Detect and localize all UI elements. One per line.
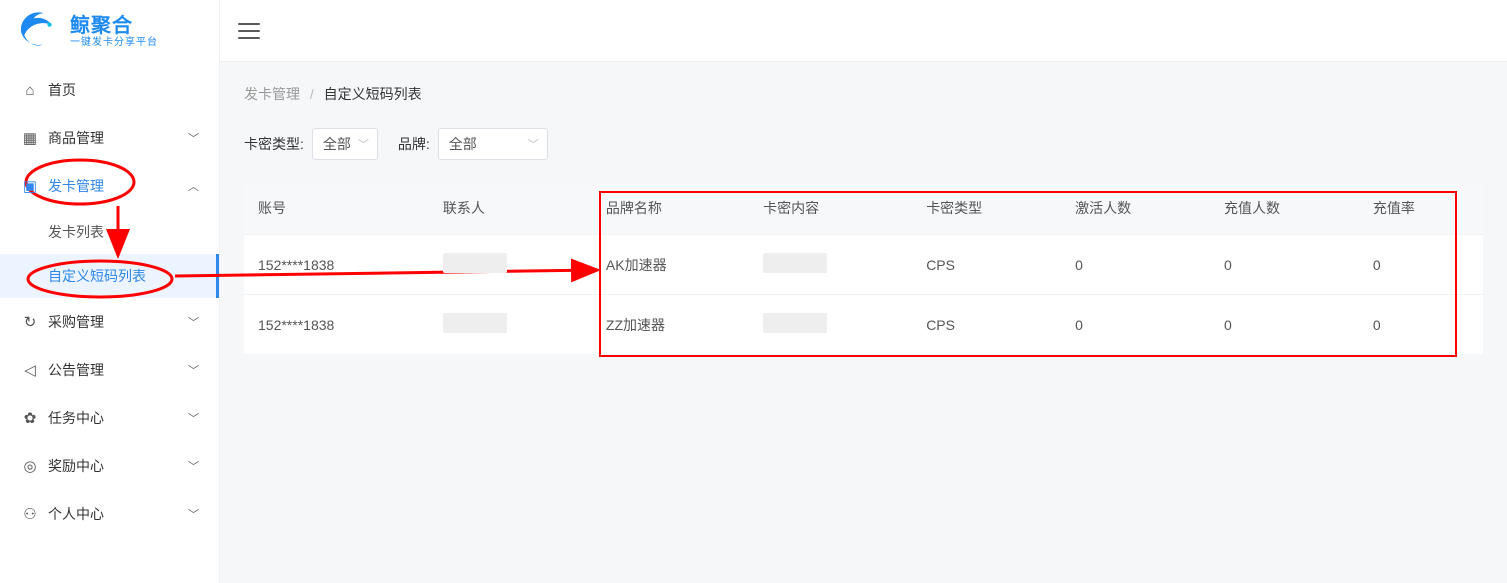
cell-recharged: 0 bbox=[1210, 295, 1359, 355]
breadcrumb-parent[interactable]: 发卡管理 bbox=[244, 86, 300, 102]
cell-rate: 0 bbox=[1359, 235, 1483, 295]
redacted-icon bbox=[763, 253, 827, 273]
sidebar-item-label: 发卡列表 bbox=[48, 222, 104, 242]
sidebar-item-label: 商品管理 bbox=[48, 128, 178, 148]
col-brand-name[interactable]: 品牌名称 bbox=[592, 182, 749, 235]
sidebar-item-card-mgmt[interactable]: ▣ 发卡管理 ︿ bbox=[0, 162, 219, 210]
cell-card-content bbox=[749, 235, 912, 295]
coin-icon: ◎ bbox=[22, 458, 38, 474]
chevron-down-icon: ﹀ bbox=[188, 314, 199, 330]
cell-activated: 0 bbox=[1061, 295, 1210, 355]
cell-brand-name: AK加速器 bbox=[592, 235, 749, 295]
col-recharged[interactable]: 充值人数 bbox=[1210, 182, 1359, 235]
cell-account: 152****1838 bbox=[244, 235, 429, 295]
chevron-down-icon: ﹀ bbox=[188, 130, 199, 146]
select-value: 全部 bbox=[449, 134, 477, 154]
col-card-content[interactable]: 卡密内容 bbox=[749, 182, 912, 235]
chevron-down-icon: ﹀ bbox=[188, 410, 199, 426]
chevron-down-icon: ﹀ bbox=[358, 136, 369, 152]
sidebar-sub-card-mgmt: 发卡列表 自定义短码列表 bbox=[0, 210, 219, 298]
sidebar-item-label: 个人中心 bbox=[48, 504, 178, 524]
user-icon: ⚇ bbox=[22, 506, 38, 522]
sidebar-item-purchase[interactable]: ↻ 采购管理 ﹀ bbox=[0, 298, 219, 346]
sidebar-item-label: 采购管理 bbox=[48, 312, 178, 332]
filter-brand-select[interactable]: 全部 ﹀ bbox=[438, 128, 548, 160]
breadcrumb: 发卡管理 / 自定义短码列表 bbox=[244, 84, 1483, 104]
chevron-up-icon: ︿ bbox=[188, 178, 199, 194]
sidebar-item-announce[interactable]: ◁ 公告管理 ﹀ bbox=[0, 346, 219, 394]
topbar bbox=[220, 0, 1507, 62]
sidebar-sub-card-list[interactable]: 发卡列表 bbox=[0, 210, 219, 254]
filter-type-select[interactable]: 全部 ﹀ bbox=[312, 128, 378, 160]
sidebar-item-tasks[interactable]: ✿ 任务中心 ﹀ bbox=[0, 394, 219, 442]
table-row[interactable]: 152****1838 AK加速器 CPS 0 0 0 bbox=[244, 235, 1483, 295]
col-rate[interactable]: 充值率 bbox=[1359, 182, 1483, 235]
home-icon: ⌂ bbox=[22, 82, 38, 98]
sidebar-item-label: 任务中心 bbox=[48, 408, 178, 428]
breadcrumb-current: 自定义短码列表 bbox=[324, 86, 422, 102]
cell-card-content bbox=[749, 295, 912, 355]
cell-card-type: CPS bbox=[912, 235, 1061, 295]
col-card-type[interactable]: 卡密类型 bbox=[912, 182, 1061, 235]
sidebar-item-label: 发卡管理 bbox=[48, 176, 178, 196]
sidebar-item-label: 公告管理 bbox=[48, 360, 178, 380]
sidebar-item-goods[interactable]: ▦ 商品管理 ﹀ bbox=[0, 114, 219, 162]
chevron-down-icon: ﹀ bbox=[188, 458, 199, 474]
app-logo[interactable]: 鲸聚合 一键发卡分享平台 bbox=[0, 0, 219, 62]
sidebar-item-home[interactable]: ⌂ 首页 bbox=[0, 66, 219, 114]
chevron-down-icon: ﹀ bbox=[188, 362, 199, 378]
table-row[interactable]: 152****1838 ZZ加速器 CPS 0 0 0 bbox=[244, 295, 1483, 355]
cell-account: 152****1838 bbox=[244, 295, 429, 355]
breadcrumb-separator: / bbox=[310, 86, 314, 102]
megaphone-icon: ◁ bbox=[22, 362, 38, 378]
sidebar-sub-shortcode-list[interactable]: 自定义短码列表 bbox=[0, 254, 219, 298]
sidebar-item-label: 首页 bbox=[48, 80, 199, 100]
sidebar-toggle-button[interactable] bbox=[238, 23, 260, 39]
sidebar-item-profile[interactable]: ⚇ 个人中心 ﹀ bbox=[0, 490, 219, 538]
col-account[interactable]: 账号 bbox=[244, 182, 429, 235]
filter-bar: 卡密类型: 全部 ﹀ 品牌: 全部 ﹀ bbox=[244, 128, 1483, 160]
cell-card-type: CPS bbox=[912, 295, 1061, 355]
whale-icon bbox=[18, 10, 60, 52]
grid-icon: ▦ bbox=[22, 130, 38, 146]
chevron-down-icon: ﹀ bbox=[528, 136, 539, 152]
select-value: 全部 bbox=[323, 134, 351, 154]
col-activated[interactable]: 激活人数 bbox=[1061, 182, 1210, 235]
brand-name: 鲸聚合 bbox=[70, 15, 158, 37]
redacted-icon bbox=[443, 253, 507, 273]
chevron-down-icon: ﹀ bbox=[188, 506, 199, 522]
sidebar-item-label: 奖励中心 bbox=[48, 456, 178, 476]
redacted-icon bbox=[763, 313, 827, 333]
sidebar-nav: ⌂ 首页 ▦ 商品管理 ﹀ ▣ 发卡管理 ︿ 发卡列表 自定义短码列表 bbox=[0, 62, 219, 583]
gift-icon: ✿ bbox=[22, 410, 38, 426]
cell-rate: 0 bbox=[1359, 295, 1483, 355]
cell-contact bbox=[429, 295, 592, 355]
cell-contact bbox=[429, 235, 592, 295]
brand-tagline: 一键发卡分享平台 bbox=[70, 37, 158, 48]
col-contact[interactable]: 联系人 bbox=[429, 182, 592, 235]
filter-brand-label: 品牌: bbox=[398, 134, 430, 154]
filter-type-label: 卡密类型: bbox=[244, 134, 304, 154]
cell-activated: 0 bbox=[1061, 235, 1210, 295]
redacted-icon bbox=[443, 313, 507, 333]
shortcode-table: 账号 联系人 品牌名称 卡密内容 卡密类型 激活人数 充值人数 充值率 152* bbox=[244, 182, 1483, 354]
card-icon: ▣ bbox=[22, 178, 38, 194]
refresh-icon: ↻ bbox=[22, 314, 38, 330]
cell-recharged: 0 bbox=[1210, 235, 1359, 295]
sidebar-item-label: 自定义短码列表 bbox=[48, 266, 146, 286]
sidebar-item-rewards[interactable]: ◎ 奖励中心 ﹀ bbox=[0, 442, 219, 490]
cell-brand-name: ZZ加速器 bbox=[592, 295, 749, 355]
